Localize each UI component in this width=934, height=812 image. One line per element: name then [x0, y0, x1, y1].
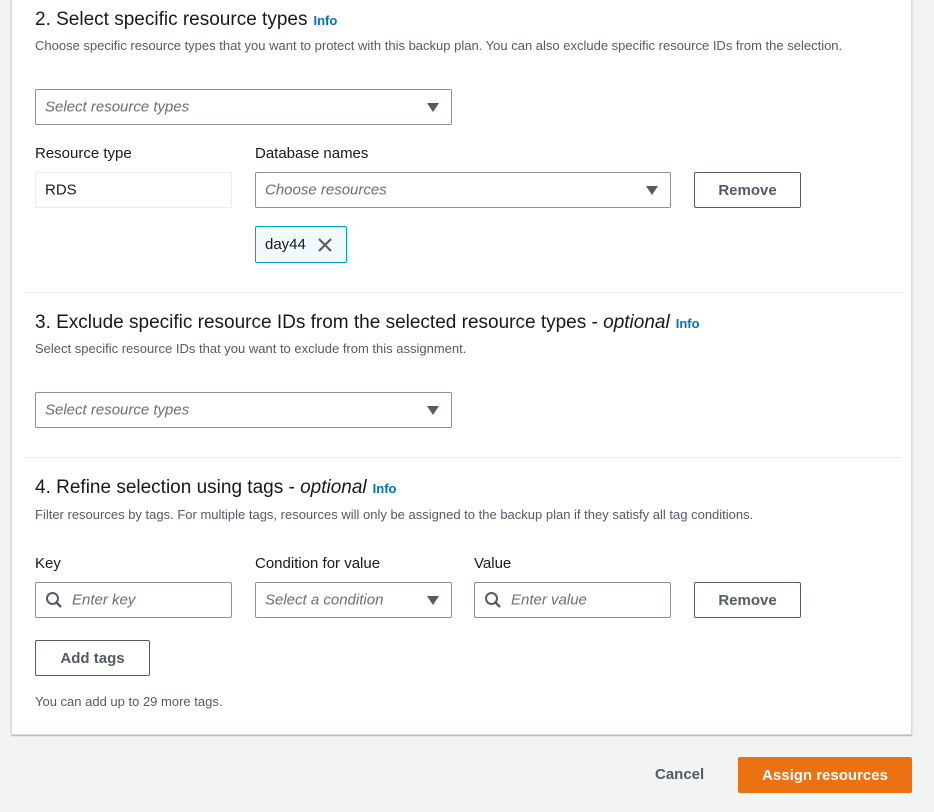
- search-icon: [45, 591, 63, 609]
- section-4-title: 4. Refine selection using tags -: [35, 477, 301, 498]
- section-2-title: 2. Select specific resource types: [35, 9, 308, 30]
- section-3-info-link[interactable]: Info: [676, 316, 700, 331]
- value-placeholder: Enter value: [511, 591, 587, 609]
- section-4-description: Filter resources by tags. For multiple t…: [35, 507, 754, 522]
- resource-selection-panel: 2. Select specific resource types Info Ch…: [11, 0, 912, 735]
- section-2-description: Choose specific resource types that you …: [35, 38, 843, 53]
- section-divider: [24, 457, 902, 458]
- key-label: Key: [35, 555, 61, 572]
- key-placeholder: Enter key: [72, 591, 136, 609]
- resource-types-select[interactable]: Select resource types: [35, 89, 452, 125]
- exclude-resource-types-select[interactable]: Select resource types: [35, 392, 452, 428]
- remove-tag-button[interactable]: Remove: [694, 582, 801, 618]
- section-3-heading: 3. Exclude specific resource IDs from th…: [35, 312, 700, 334]
- database-names-label: Database names: [255, 145, 369, 162]
- condition-label: Condition for value: [255, 555, 381, 572]
- exclude-resource-types-placeholder: Select resource types: [45, 401, 190, 419]
- resource-type-field: RDS: [35, 172, 232, 208]
- section-4-info-link[interactable]: Info: [373, 481, 397, 496]
- close-icon[interactable]: [316, 236, 334, 254]
- resource-type-value: RDS: [45, 181, 77, 199]
- value-label: Value: [474, 555, 512, 572]
- value-input[interactable]: Enter value: [474, 582, 671, 618]
- section-divider: [24, 292, 902, 293]
- tags-limit-note: You can add up to 29 more tags.: [35, 694, 223, 709]
- cancel-button[interactable]: Cancel: [655, 766, 704, 783]
- choose-resources-select[interactable]: Choose resources: [255, 172, 671, 208]
- condition-placeholder: Select a condition: [265, 591, 384, 609]
- key-input[interactable]: Enter key: [35, 582, 232, 618]
- caret-down-icon: [427, 406, 439, 415]
- caret-down-icon: [427, 103, 439, 112]
- section-4-heading: 4. Refine selection using tags - optiona…: [35, 477, 396, 499]
- section-3-optional: optional: [603, 312, 670, 333]
- resource-types-placeholder: Select resource types: [45, 98, 190, 116]
- caret-down-icon: [427, 596, 439, 605]
- section-4-optional: optional: [300, 477, 367, 498]
- condition-select[interactable]: Select a condition: [255, 582, 452, 618]
- section-3-description: Select specific resource IDs that you wa…: [35, 341, 467, 356]
- search-icon: [484, 591, 502, 609]
- caret-down-icon: [646, 186, 658, 195]
- assign-resources-button[interactable]: Assign resources: [738, 757, 912, 793]
- selected-resource-token: day44: [255, 226, 347, 263]
- choose-resources-placeholder: Choose resources: [265, 181, 387, 199]
- resource-type-label: Resource type: [35, 145, 132, 162]
- add-tags-button[interactable]: Add tags: [35, 640, 150, 676]
- section-2-heading: 2. Select specific resource types Info: [35, 9, 337, 31]
- section-2-info-link[interactable]: Info: [313, 13, 337, 28]
- section-3-title: 3. Exclude specific resource IDs from th…: [35, 312, 604, 333]
- token-label: day44: [265, 236, 306, 253]
- remove-resource-button[interactable]: Remove: [694, 172, 801, 208]
